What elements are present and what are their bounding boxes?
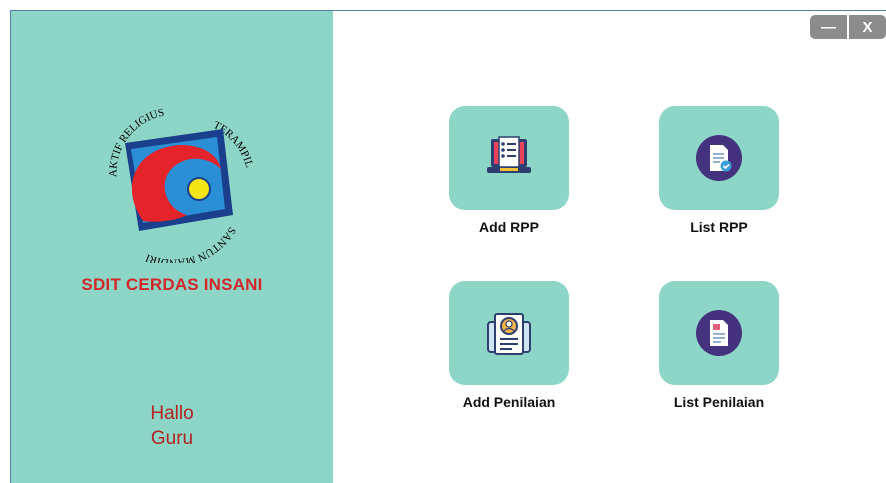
sidebar: AKTIF RELIGIUS TERAMPIL SANTUN MANDIRI S… xyxy=(11,11,333,483)
app-window: AKTIF RELIGIUS TERAMPIL SANTUN MANDIRI S… xyxy=(10,10,886,483)
add-penilaian-button[interactable] xyxy=(449,281,569,385)
list-rpp-button[interactable] xyxy=(659,106,779,210)
school-logo: AKTIF RELIGIUS TERAMPIL SANTUN MANDIRI xyxy=(107,107,255,263)
list-penilaian-label: List Penilaian xyxy=(673,394,765,410)
document-check-icon xyxy=(696,135,742,181)
profile-card-icon xyxy=(487,313,531,355)
document-photo-icon xyxy=(696,310,742,356)
laptop-checklist-icon xyxy=(487,136,531,173)
greeting-line2: Guru xyxy=(150,428,194,449)
add-penilaian-tile[interactable]: Add Penilaian xyxy=(449,281,569,410)
minimize-button[interactable]: — xyxy=(810,15,847,39)
list-penilaian-tile[interactable]: List Penilaian xyxy=(659,281,779,410)
list-rpp-tile[interactable]: List RPP xyxy=(659,106,779,235)
add-rpp-button[interactable] xyxy=(449,106,569,210)
list-penilaian-button[interactable] xyxy=(659,281,779,385)
svg-text:SANTUN MANDIRI: SANTUN MANDIRI xyxy=(144,225,238,263)
add-rpp-label: Add RPP xyxy=(479,219,539,235)
add-rpp-tile[interactable]: Add RPP xyxy=(449,106,569,235)
logo-text-santun: SANTUN xyxy=(196,225,238,263)
list-rpp-label: List RPP xyxy=(690,219,748,235)
greeting-line1: Hallo xyxy=(150,403,194,424)
close-button[interactable]: X xyxy=(849,15,886,39)
add-penilaian-label: Add Penilaian xyxy=(462,394,556,410)
window-controls: — X xyxy=(810,15,886,39)
school-name: SDIT CERDAS INSANI xyxy=(81,275,263,294)
logo-text-aktif: AKTIF xyxy=(107,142,125,177)
greeting: Hallo Guru xyxy=(11,401,333,451)
logo-text-mandiri: MANDIRI xyxy=(144,251,197,263)
